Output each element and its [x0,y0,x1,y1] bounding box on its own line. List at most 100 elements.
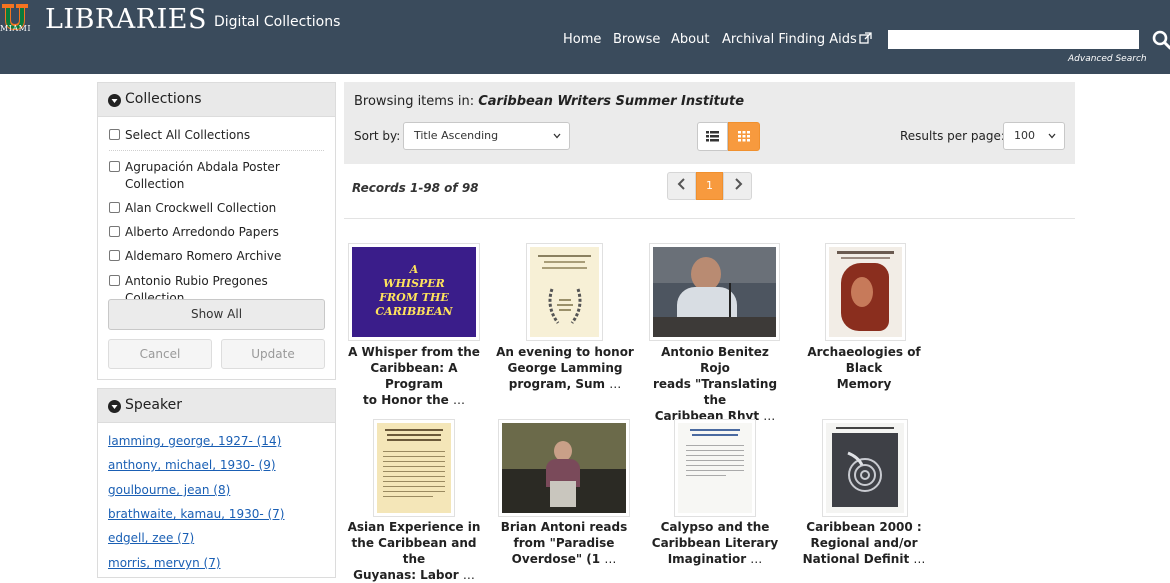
item-title-line-text: Overdose" (1 [511,552,601,566]
list-view-icon [706,131,719,142]
checkbox[interactable] [109,129,120,140]
search-input[interactable] [888,30,1139,49]
speaker-link[interactable]: lamming, george, 1927- (14) [108,434,281,448]
item-title-line: program, Sum … [495,376,635,392]
speaker-head [691,257,721,291]
item-title[interactable]: Archaeologies of Black Memory [794,344,934,392]
item-title[interactable]: Calypso and the Caribbean Literary Imagi… [645,519,785,567]
checkbox[interactable] [109,275,120,286]
item-thumbnail[interactable] [649,243,780,341]
doc-line [383,476,445,477]
collections-panel-header[interactable]: Collections [98,83,335,117]
checkbox[interactable] [109,202,120,213]
item-title-line-text: Imaginatior [667,552,747,566]
cancel-button[interactable]: Cancel [108,339,212,369]
sort-select[interactable]: Title Ascending [403,122,570,150]
doc-line [686,455,744,456]
item-title-line-text: National Definit [802,552,910,566]
logo-libraries-text[interactable]: LIBRARIES [45,4,207,35]
doc-line [383,466,445,467]
item-title[interactable]: Antonio Benitez Rojo reads "Translating … [645,344,785,424]
pagination-page-1[interactable]: 1 [696,172,723,200]
item-title-line-text: program, Sum [508,377,606,391]
records-count: Records 1-98 of 98 [352,181,479,195]
ellipsis: … [452,393,465,407]
doc-line [387,434,441,436]
item-title-line: Caribbean: A Program [370,361,458,391]
checkbox[interactable] [109,226,120,237]
checkbox-label: Select All Collections [125,128,251,142]
list-view-button[interactable] [697,122,728,151]
doc-line [383,481,445,482]
item-title[interactable]: Brian Antoni reads from "Paradise Overdo… [494,519,634,567]
video-still [502,423,626,513]
item-title-line: Overdose" (1 … [494,551,634,567]
nav-archival-finding-aids[interactable]: Archival Finding Aids [722,32,872,47]
item-title-line: Archaeologies of Black [807,345,921,375]
speaker-link[interactable]: morris, mervyn (7) [108,556,221,570]
doc-line [686,475,726,476]
update-button[interactable]: Update [221,339,325,369]
results-per-page-select[interactable]: 100 [1003,122,1065,150]
nav-about[interactable]: About [671,32,709,47]
collections-facet-panel: Collections Select All Collections Agrup… [97,82,336,380]
podium [653,317,776,337]
doc-line [383,461,445,462]
speaker-panel-header[interactable]: Speaker [98,389,335,423]
item-thumbnail[interactable] [526,243,603,341]
divider [109,150,324,151]
item-title-line: National Definit … [794,551,934,567]
item-title[interactable]: An evening to honor George Lamming progr… [495,344,635,392]
item-title-line: Imaginatior … [645,551,785,567]
spiral-art-icon [847,451,882,492]
item-thumbnail[interactable] [498,419,630,517]
browse-toolbar: Browsing items in: Caribbean Writers Sum… [344,82,1075,164]
item-title-line: Asian Experience in [347,520,481,534]
item-title[interactable]: Asian Experience in the Caribbean and th… [344,519,484,583]
poster-title-line [837,251,894,254]
item-title-line: George Lamming [507,361,623,375]
item-thumbnail[interactable] [825,243,906,341]
show-all-button[interactable]: Show All [108,299,325,330]
item-thumbnail[interactable] [674,419,756,517]
item-title-line: from "Paradise [513,536,615,550]
collection-option-label: Alan Crockwell Collection [125,201,277,215]
nav-browse[interactable]: Browse [613,32,660,47]
ellipsis: … [763,409,776,423]
search-icon[interactable] [1152,30,1170,50]
item-title[interactable]: A Whisper from the Caribbean: A Program … [344,344,484,408]
speaker-link[interactable]: brathwaite, kamau, 1930- (7) [108,507,284,521]
speaker-link[interactable]: anthony, michael, 1930- (9) [108,458,276,472]
speaker-link[interactable]: edgell, zee (7) [108,531,194,545]
pagination-next-button[interactable] [723,172,752,200]
poster-text-line [841,257,890,259]
item-title-line: Calypso and the [660,520,770,534]
speaker-link[interactable]: goulbourne, jean (8) [108,483,230,497]
poster-title-line [836,427,894,429]
pagination-prev-button[interactable] [667,172,696,200]
chevron-down-icon [1048,133,1056,139]
advanced-search-link[interactable]: Advanced Search [1068,54,1147,64]
ellipsis: … [604,552,617,566]
item-title[interactable]: Caribbean 2000 : Regional and/or Nationa… [794,519,934,567]
document-page [377,423,451,513]
collapse-caret-icon [108,400,121,413]
grid-view-button[interactable] [728,122,760,151]
cover-text-line [544,261,585,263]
logo-subtitle[interactable]: Digital Collections [214,14,340,30]
item-title-line: Brian Antoni reads [500,520,628,534]
results-per-page-value: 100 [1014,129,1035,142]
chevron-right-icon [734,178,742,190]
nav-home[interactable]: Home [563,32,601,47]
checkbox[interactable] [109,161,120,172]
external-link-icon [859,32,872,44]
browsing-heading: Browsing items in: Caribbean Writers Sum… [354,94,744,109]
item-thumbnail[interactable] [822,419,908,517]
results-per-page-label: Results per page: [900,129,1005,143]
item-thumbnail[interactable]: A WHISPER FROM THE CARIBBEAN [348,243,480,341]
lectern [550,481,576,507]
item-thumbnail[interactable] [373,419,455,517]
checkbox[interactable] [109,250,120,261]
item-title-line: Antonio Benitez Rojo [661,345,769,375]
collection-option-label: Aldemaro Romero Archive [125,249,282,263]
